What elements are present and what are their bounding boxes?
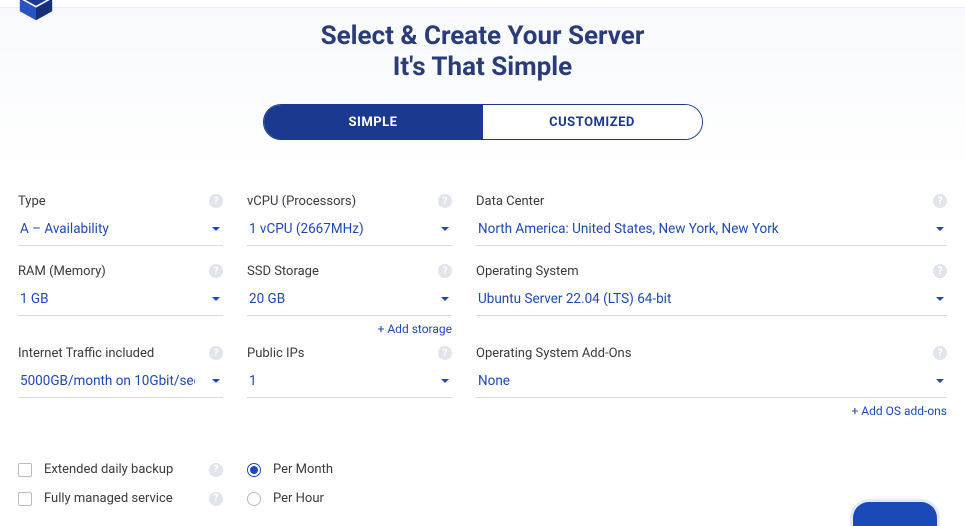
field-traffic: Internet Traffic included ? 5000GB/month… [18,344,223,398]
plan-toggle: SIMPLE CUSTOMIZED [263,104,703,140]
billing-options: Per Month Per Hour [247,462,452,506]
field-ram: RAM (Memory) ? 1 GB [18,262,223,316]
label-type: Type [18,194,46,209]
select-addons[interactable]: None [476,372,947,398]
label-per-month: Per Month [273,462,333,477]
chevron-down-icon [440,224,450,234]
select-ssd[interactable]: 20 GB [247,290,452,316]
radio-per-hour[interactable] [247,492,261,506]
radio-per-month[interactable] [247,463,261,477]
help-icon[interactable]: ? [209,264,223,278]
chevron-down-icon [935,224,945,234]
field-ips: Public IPs ? 1 [247,344,452,398]
label-vcpu: vCPU (Processors) [247,194,356,209]
chevron-down-icon [935,376,945,386]
value-vcpu: 1 vCPU (2667MHz) [249,221,364,237]
help-icon[interactable]: ? [438,194,452,208]
select-traffic[interactable]: 5000GB/month on 10Gbit/sec p [18,372,223,398]
field-vcpu: vCPU (Processors) ? 1 vCPU (2667MHz) [247,192,452,246]
select-ram[interactable]: 1 GB [18,290,223,316]
chevron-down-icon [440,376,450,386]
help-icon[interactable]: ? [438,264,452,278]
value-ram: 1 GB [20,291,49,307]
field-ssd: SSD Storage ? 20 GB + Add storage [247,262,452,336]
value-ips: 1 [249,373,257,389]
value-datacenter: North America: United States, New York, … [478,221,779,237]
server-form: Type ? A – Availability vCPU (Processors… [0,168,965,506]
logo-icon [18,0,54,22]
value-ssd: 20 GB [249,291,285,307]
label-traffic: Internet Traffic included [18,346,154,361]
field-addons: Operating System Add-Ons ? None + Add OS… [476,344,947,418]
field-os: Operating System ? Ubuntu Server 22.04 (… [476,262,947,316]
help-icon[interactable]: ? [209,194,223,208]
select-datacenter[interactable]: North America: United States, New York, … [476,220,947,246]
chevron-down-icon [440,294,450,304]
label-per-hour: Per Hour [273,491,324,506]
toggle-customized[interactable]: CUSTOMIZED [483,105,702,139]
add-storage-link[interactable]: + Add storage [247,322,452,336]
checkbox-backup[interactable] [18,463,32,477]
select-os[interactable]: Ubuntu Server 22.04 (LTS) 64-bit [476,290,947,316]
hero: Select & Create Your Server It's That Si… [0,8,965,168]
help-icon[interactable]: ? [209,463,223,477]
checkbox-managed[interactable] [18,492,32,506]
help-icon[interactable]: ? [438,346,452,360]
value-traffic: 5000GB/month on 10Gbit/sec p [20,373,195,389]
value-addons: None [478,373,510,389]
toggle-simple[interactable]: SIMPLE [264,105,483,139]
chevron-down-icon [211,294,221,304]
hero-subtitle: It's That Simple [0,53,965,83]
label-ssd: SSD Storage [247,264,319,279]
floating-action-button[interactable] [853,502,937,526]
hero-title: Select & Create Your Server [0,22,965,51]
chevron-down-icon [935,294,945,304]
chevron-down-icon [211,376,221,386]
label-addons: Operating System Add-Ons [476,346,631,361]
label-ips: Public IPs [247,346,304,361]
help-icon[interactable]: ? [933,194,947,208]
value-os: Ubuntu Server 22.04 (LTS) 64-bit [478,291,671,307]
chevron-down-icon [211,224,221,234]
select-type[interactable]: A – Availability [18,220,223,246]
help-icon[interactable]: ? [209,346,223,360]
label-os: Operating System [476,264,579,279]
label-backup: Extended daily backup [44,462,173,477]
help-icon[interactable]: ? [933,346,947,360]
value-type: A – Availability [20,221,109,237]
extra-options: Extended daily backup ? Fully managed se… [18,462,223,506]
help-icon[interactable]: ? [933,264,947,278]
add-os-addons-link[interactable]: + Add OS add-ons [476,404,947,418]
label-datacenter: Data Center [476,194,544,209]
label-ram: RAM (Memory) [18,264,106,279]
help-icon[interactable]: ? [209,492,223,506]
label-managed: Fully managed service [44,491,173,506]
field-type: Type ? A – Availability [18,192,223,246]
select-ips[interactable]: 1 [247,372,452,398]
field-datacenter: Data Center ? North America: United Stat… [476,192,947,246]
select-vcpu[interactable]: 1 vCPU (2667MHz) [247,220,452,246]
